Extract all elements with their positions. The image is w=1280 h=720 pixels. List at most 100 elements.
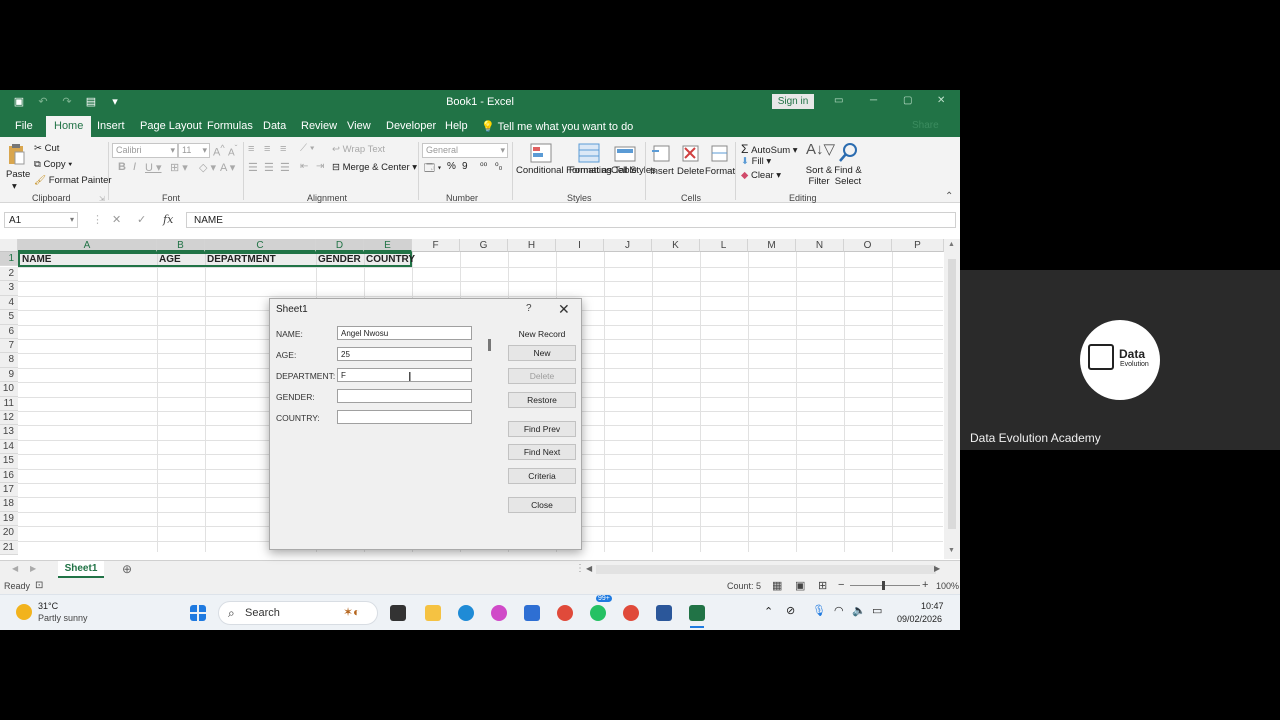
row-header[interactable]: 14	[0, 439, 18, 455]
increase-decimal-icon[interactable]: ⁰⁰	[480, 161, 487, 172]
zoom-slider-thumb[interactable]	[882, 581, 885, 590]
tell-me-search[interactable]: 💡 Tell me what you want to do	[481, 120, 633, 133]
tab-review[interactable]: Review	[301, 120, 337, 132]
top-align-icon[interactable]: ≡	[248, 143, 254, 155]
increase-indent-icon[interactable]: ⇥	[316, 161, 324, 172]
close-window-icon[interactable]: ✕	[937, 95, 945, 106]
task-view-icon[interactable]	[390, 605, 406, 621]
cell-b1[interactable]: AGE	[157, 252, 204, 267]
name-field[interactable]: Angel Nwosu	[337, 326, 472, 340]
cell-e1[interactable]: COUNTRY	[364, 252, 415, 267]
file-explorer-icon[interactable]	[425, 605, 441, 621]
column-header[interactable]: C	[205, 239, 316, 252]
next-sheet-icon[interactable]: ▶	[30, 564, 36, 573]
find-select-button[interactable]: Find & Select	[832, 165, 864, 187]
row-header[interactable]: 21	[0, 540, 18, 555]
cell-c1[interactable]: DEPARTMENT	[205, 252, 315, 267]
row-header[interactable]: 4	[0, 295, 18, 311]
whatsapp-icon[interactable]	[590, 605, 606, 621]
insert-function-icon[interactable]: fx	[163, 213, 173, 226]
record-scrollbar[interactable]	[488, 339, 491, 351]
zoom-in-icon[interactable]: +	[922, 579, 928, 591]
orientation-icon[interactable]: ⟋ ▾	[300, 143, 315, 154]
horizontal-scrollbar[interactable]	[596, 565, 936, 574]
italic-icon[interactable]: I	[133, 161, 136, 173]
column-header[interactable]: O	[844, 239, 892, 252]
tab-insert[interactable]: Insert	[97, 120, 125, 132]
column-header[interactable]: L	[700, 239, 748, 252]
close-icon[interactable]: ✕	[558, 301, 570, 318]
row-header[interactable]: 20	[0, 526, 18, 541]
copy-button[interactable]: ⧉ Copy ▾	[34, 159, 72, 170]
column-header[interactable]: P	[892, 239, 944, 252]
insert-cells-button[interactable]: Insert	[650, 166, 674, 177]
font-size-combo[interactable]: 11 ▾	[178, 143, 210, 158]
row-header[interactable]: 6	[0, 324, 18, 339]
help-icon[interactable]: ?	[526, 303, 532, 314]
row-header[interactable]: 1	[0, 252, 18, 267]
paste-icon[interactable]	[7, 143, 25, 165]
align-right-icon[interactable]: ☰	[280, 161, 290, 174]
fill-button[interactable]: ⬇ Fill ▾	[741, 156, 771, 167]
criteria-button[interactable]: Criteria	[508, 468, 576, 484]
row-header[interactable]: 19	[0, 511, 18, 527]
find-prev-button[interactable]: Find Prev	[508, 421, 576, 437]
delete-cells-button[interactable]: Delete	[677, 166, 704, 177]
column-header[interactable]: N	[796, 239, 844, 252]
clipboard-launcher-icon[interactable]: ⇲	[99, 195, 105, 203]
tab-view[interactable]: View	[347, 120, 371, 132]
shrink-font-icon[interactable]: Aˇ	[228, 143, 237, 158]
split-handle-icon[interactable]: ⋮	[575, 563, 585, 574]
page-layout-view-icon[interactable]: ▣	[795, 579, 805, 592]
copilot-icon[interactable]	[491, 605, 507, 621]
bold-icon[interactable]: B	[118, 161, 126, 173]
confirm-entry-icon[interactable]: ✓	[137, 213, 146, 226]
decrease-decimal-icon[interactable]: ⁰₀	[495, 161, 502, 172]
format-cells-button[interactable]: Format	[705, 166, 735, 177]
volume-icon[interactable]: 🔈	[852, 604, 866, 617]
column-header[interactable]: M	[748, 239, 796, 252]
column-header[interactable]: A	[18, 239, 157, 252]
align-center-icon[interactable]: ☰	[264, 161, 274, 174]
edge-icon[interactable]	[458, 605, 474, 621]
word-icon[interactable]	[656, 605, 672, 621]
column-header[interactable]: E	[364, 239, 412, 252]
borders-icon[interactable]: ⊞ ▾	[170, 161, 188, 174]
column-header[interactable]: G	[460, 239, 508, 252]
align-left-icon[interactable]: ☰	[248, 161, 258, 174]
fill-color-icon[interactable]: ◇ ▾	[199, 161, 216, 174]
sync-icon[interactable]: ⊘	[786, 604, 795, 617]
collapse-ribbon-icon[interactable]: ⌃	[945, 191, 953, 202]
sign-in-button[interactable]: Sign in	[772, 94, 814, 109]
column-header[interactable]: F	[412, 239, 460, 252]
paste-dropdown-icon[interactable]: ▾	[12, 181, 17, 192]
clock-time[interactable]: 10:47	[921, 601, 944, 611]
cell-a1[interactable]: NAME	[20, 252, 156, 267]
close-button[interactable]: Close	[508, 497, 576, 513]
zoom-out-icon[interactable]: −	[838, 579, 844, 591]
tab-file[interactable]: File	[15, 120, 33, 132]
underline-icon[interactable]: U ▾	[145, 161, 162, 174]
macro-record-icon[interactable]: ⊡	[35, 580, 43, 591]
battery-icon[interactable]: ▭	[872, 604, 882, 617]
bottom-align-icon[interactable]: ≡	[280, 143, 286, 155]
formula-input[interactable]: NAME	[186, 212, 956, 228]
country-field[interactable]	[337, 410, 472, 424]
scroll-thumb[interactable]	[948, 259, 956, 529]
tab-home[interactable]: Home	[46, 116, 92, 138]
share-button[interactable]: Share	[912, 120, 939, 131]
cut-button[interactable]: ✂ Cut	[34, 143, 59, 154]
excel-taskbar-icon[interactable]	[689, 605, 705, 621]
font-color-icon[interactable]: A ▾	[220, 161, 235, 174]
chrome-icon[interactable]	[557, 605, 573, 621]
column-header[interactable]: D	[316, 239, 364, 252]
gender-field[interactable]	[337, 389, 472, 403]
row-header[interactable]: 17	[0, 483, 18, 498]
column-header[interactable]: K	[652, 239, 700, 252]
percent-icon[interactable]: %	[447, 161, 456, 172]
scroll-left-icon[interactable]: ◀	[586, 564, 592, 573]
middle-align-icon[interactable]: ≡	[264, 143, 270, 155]
cancel-entry-icon[interactable]: ✕	[112, 213, 121, 226]
tab-help[interactable]: Help	[445, 120, 468, 132]
scroll-down-icon[interactable]: ▼	[948, 547, 955, 554]
